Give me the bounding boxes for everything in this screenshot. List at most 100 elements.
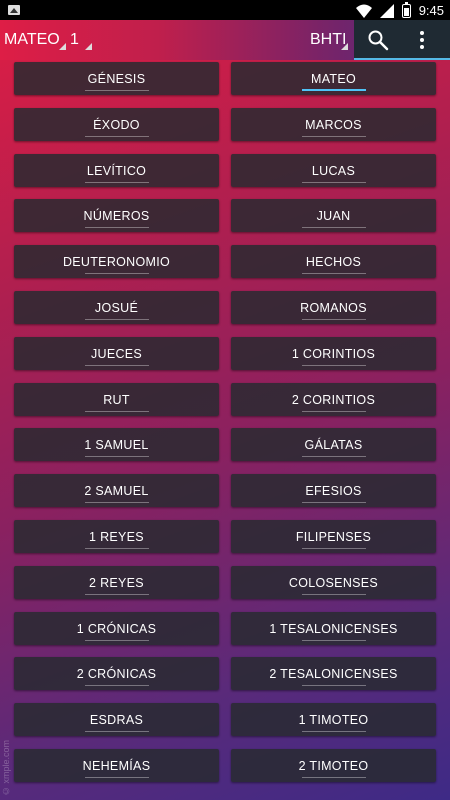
button-underline — [301, 319, 366, 320]
book-button[interactable]: 2 SAMUEL — [14, 474, 219, 507]
dropdown-corner-icon — [85, 43, 92, 50]
book-button[interactable]: NÚMEROS — [14, 199, 219, 232]
button-underline — [301, 502, 366, 503]
book-button[interactable]: 1 TESALONICENSES — [231, 612, 436, 645]
button-underline — [84, 685, 149, 686]
book-button[interactable]: RUT — [14, 383, 219, 416]
book-button[interactable]: GÉNESIS — [14, 62, 219, 95]
book-button[interactable]: 2 CRÓNICAS — [14, 657, 219, 690]
book-button[interactable]: ESDRAS — [14, 703, 219, 736]
book-button-label: NEHEMÍAS — [82, 758, 151, 773]
book-button-label: 2 CRÓNICAS — [76, 666, 157, 681]
chapter-selector-label: 1 — [70, 31, 79, 48]
button-underline — [84, 594, 149, 595]
book-button[interactable]: MARCOS — [231, 108, 436, 141]
dropdown-corner-icon — [59, 43, 66, 50]
book-button[interactable]: 2 TIMOTEO — [231, 749, 436, 782]
book-button-label: GÉNESIS — [87, 71, 146, 86]
book-button-label: ROMANOS — [300, 300, 367, 315]
button-underline — [301, 89, 366, 91]
book-button[interactable]: 2 CORINTIOS — [231, 383, 436, 416]
more-vert-icon[interactable] — [418, 28, 426, 52]
book-button[interactable]: JUAN — [231, 199, 436, 232]
book-button-label: JUAN — [316, 208, 351, 223]
button-underline — [84, 456, 149, 457]
status-icons: 9:45 — [355, 1, 444, 18]
version-selector[interactable]: BHTI — [310, 20, 348, 60]
book-button-label: ÉXODO — [93, 117, 140, 132]
search-icon[interactable] — [366, 28, 390, 52]
book-button[interactable]: 1 CRÓNICAS — [14, 612, 219, 645]
battery-icon — [401, 1, 411, 18]
button-underline — [301, 640, 366, 641]
status-bar: 9:45 — [0, 0, 450, 20]
book-button-label: LUCAS — [311, 163, 356, 178]
book-button[interactable]: MATEO — [231, 62, 436, 95]
book-button-label: 1 TIMOTEO — [298, 712, 369, 727]
button-underline — [301, 411, 366, 412]
button-underline — [84, 273, 149, 274]
book-button[interactable]: JUECES — [14, 337, 219, 370]
toolbar: MATEO 1 BHTI — [0, 20, 450, 60]
button-underline — [84, 136, 149, 137]
book-button-label: MATEO — [310, 71, 357, 86]
book-button-label: NÚMEROS — [83, 208, 150, 223]
button-underline — [84, 365, 149, 366]
book-button-label: 2 TIMOTEO — [298, 758, 369, 773]
book-button[interactable]: 1 CORINTIOS — [231, 337, 436, 370]
button-underline — [84, 640, 149, 641]
book-button[interactable]: 2 TESALONICENSES — [231, 657, 436, 690]
book-button[interactable]: 1 SAMUEL — [14, 428, 219, 461]
button-underline — [84, 319, 149, 320]
book-button[interactable]: ROMANOS — [231, 291, 436, 324]
book-button[interactable]: LEVÍTICO — [14, 154, 219, 187]
button-underline — [84, 227, 149, 228]
book-button-label: JOSUÉ — [94, 300, 139, 315]
book-button-label: ESDRAS — [89, 712, 144, 727]
book-button[interactable]: HECHOS — [231, 245, 436, 278]
book-button-label: 2 SAMUEL — [84, 483, 149, 498]
book-button-label: DEUTERONOMIO — [62, 254, 171, 269]
book-selector-label: MATEO — [4, 31, 60, 48]
button-underline — [84, 90, 149, 91]
button-underline — [301, 685, 366, 686]
button-underline — [301, 273, 366, 274]
book-button[interactable]: EFESIOS — [231, 474, 436, 507]
book-button-label: 1 SAMUEL — [84, 437, 149, 452]
button-underline — [301, 548, 366, 549]
book-button-label: COLOSENSES — [288, 575, 379, 590]
dropdown-corner-icon — [341, 43, 348, 50]
book-button[interactable]: JOSUÉ — [14, 291, 219, 324]
book-button[interactable]: 1 TIMOTEO — [231, 703, 436, 736]
button-underline — [301, 777, 366, 778]
book-button[interactable]: FILIPENSES — [231, 520, 436, 553]
wifi-icon — [355, 4, 372, 18]
book-button[interactable]: LUCAS — [231, 154, 436, 187]
book-button-label: 1 TESALONICENSES — [269, 621, 398, 636]
book-button[interactable]: NEHEMÍAS — [14, 749, 219, 782]
book-button-label: JUECES — [90, 346, 143, 361]
book-button-label: 1 CRÓNICAS — [76, 621, 157, 636]
book-button-label: FILIPENSES — [295, 529, 372, 544]
button-underline — [84, 411, 149, 412]
book-button-label: 1 REYES — [89, 529, 144, 544]
button-underline — [84, 731, 149, 732]
book-button-label: MARCOS — [305, 117, 362, 132]
button-underline — [301, 182, 366, 183]
book-button[interactable]: COLOSENSES — [231, 566, 436, 599]
book-selector[interactable]: MATEO — [4, 20, 66, 60]
book-button[interactable]: 2 REYES — [14, 566, 219, 599]
button-underline — [301, 594, 366, 595]
button-underline — [84, 502, 149, 503]
signal-icon — [379, 3, 394, 18]
button-underline — [301, 227, 366, 228]
book-button[interactable]: GÁLATAS — [231, 428, 436, 461]
watermark: © xmple.com — [1, 739, 11, 796]
book-button[interactable]: DEUTERONOMIO — [14, 245, 219, 278]
book-button-label: HECHOS — [305, 254, 362, 269]
clock: 9:45 — [418, 3, 444, 18]
chapter-selector[interactable]: 1 — [70, 20, 92, 60]
book-button[interactable]: 1 REYES — [14, 520, 219, 553]
book-button[interactable]: ÉXODO — [14, 108, 219, 141]
toolbar-actions — [354, 20, 450, 60]
